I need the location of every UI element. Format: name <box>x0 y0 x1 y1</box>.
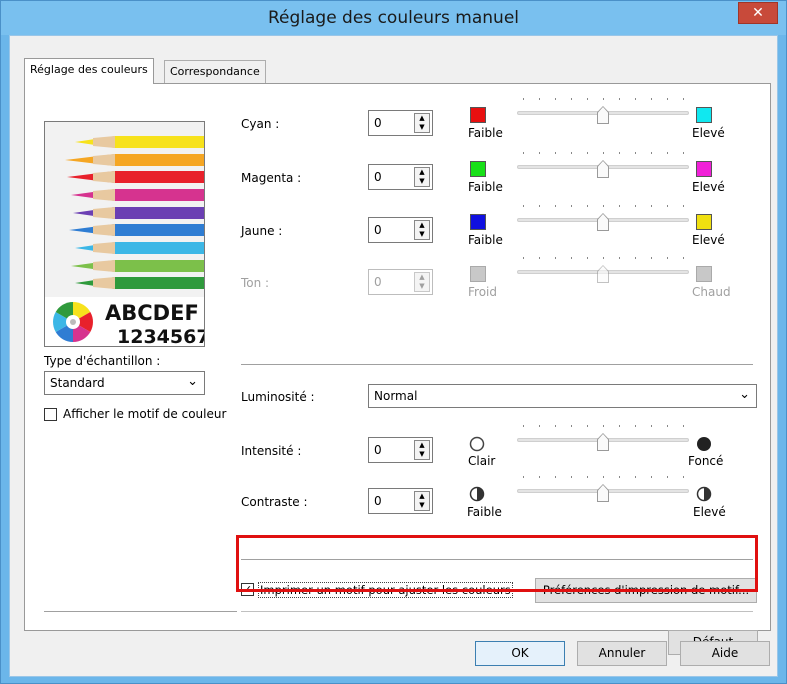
contrast-spinbox[interactable]: 0 ▲ ▼ <box>368 488 433 514</box>
low-label: Faible <box>468 233 503 247</box>
intensity-spinbox[interactable]: 0 ▲ ▼ <box>368 437 433 463</box>
close-button[interactable]: ✕ <box>738 2 778 24</box>
contrast-high-label: Elevé <box>693 505 726 519</box>
tab-color-adjustment[interactable]: Réglage des couleurs <box>24 58 154 84</box>
contrast-slider-thumb[interactable] <box>597 484 609 502</box>
sample-type-label: Type d'échantillon : <box>44 354 161 368</box>
half-contrast-icon <box>696 486 712 502</box>
separator <box>44 611 237 612</box>
low-color-swatch <box>470 266 486 282</box>
preview-letters: ABCDEF <box>105 301 199 325</box>
high-color-swatch <box>696 266 712 282</box>
slider-ticks <box>523 152 684 154</box>
contrast-ticks <box>523 476 684 478</box>
color-row-spinbox[interactable]: 0 ▲ ▼ <box>368 110 433 136</box>
cancel-button[interactable]: Annuler <box>577 641 667 666</box>
sample-type-select[interactable]: Standard ⌄ <box>44 371 205 395</box>
preview-digits: 1234567 <box>117 326 205 347</box>
spin-arrows-icon[interactable]: ▲ ▼ <box>414 491 430 511</box>
contrast-value: 0 <box>374 494 382 508</box>
high-label: Elevé <box>692 233 725 247</box>
intensity-label: Intensité : <box>241 444 302 458</box>
intensity-slider-thumb[interactable] <box>597 433 609 451</box>
dialog-window: Réglage des couleurs manuel ✕ Réglage de… <box>0 0 787 684</box>
close-icon: ✕ <box>752 5 764 21</box>
low-color-swatch <box>470 107 486 123</box>
slider-ticks <box>523 98 684 100</box>
color-slider-thumb[interactable] <box>597 213 609 231</box>
intensity-high-label: Foncé <box>688 454 724 468</box>
low-label: Froid <box>468 285 497 299</box>
half-contrast-icon <box>469 486 485 502</box>
color-row-label: Cyan : <box>241 117 280 131</box>
high-label: Chaud <box>692 285 731 299</box>
color-row-label: Magenta : <box>241 171 302 185</box>
spin-arrows-icon[interactable]: ▲ ▼ <box>414 440 430 460</box>
low-label: Faible <box>468 126 503 140</box>
color-row-value: 0 <box>374 170 382 184</box>
spin-arrows-icon[interactable]: ▲ ▼ <box>414 167 430 187</box>
high-label: Elevé <box>692 126 725 140</box>
chevron-down-icon: ⌄ <box>187 374 198 389</box>
color-slider-thumb[interactable] <box>597 106 609 124</box>
color-slider-thumb[interactable] <box>597 265 609 283</box>
color-row-spinbox[interactable]: 0 ▲ ▼ <box>368 164 433 190</box>
brightness-select[interactable]: Normal ⌄ <box>368 384 757 408</box>
contrast-low-label: Faible <box>467 505 502 519</box>
brightness-value: Normal <box>374 389 418 403</box>
color-wheel-icon <box>53 302 93 342</box>
color-row-spinbox[interactable]: 0 ▲ ▼ <box>368 269 433 295</box>
window-title: Réglage des couleurs manuel <box>267 8 520 28</box>
high-color-swatch <box>696 214 712 230</box>
slider-ticks <box>523 257 684 259</box>
intensity-low-label: Clair <box>468 454 496 468</box>
intensity-ticks <box>523 425 684 427</box>
brightness-label: Luminosité : <box>241 390 315 404</box>
slider-ticks <box>523 205 684 207</box>
low-label: Faible <box>468 180 503 194</box>
light-circle-icon <box>469 436 485 452</box>
spin-arrows-icon[interactable]: ▲ ▼ <box>414 220 430 240</box>
color-preview-image: ABCDEF 1234567 <box>44 121 205 347</box>
dark-circle-icon <box>697 437 711 451</box>
high-label: Elevé <box>692 180 725 194</box>
show-pattern-label: Afficher le motif de couleur <box>63 407 227 421</box>
color-row-value: 0 <box>374 223 382 237</box>
separator <box>241 611 753 612</box>
title-bar[interactable]: Réglage des couleurs manuel ✕ <box>1 1 786 35</box>
highlight-frame <box>236 535 758 592</box>
spin-arrows-icon[interactable]: ▲ ▼ <box>414 113 430 133</box>
tab-matching[interactable]: Correspondance <box>164 60 266 84</box>
color-row-label: Ton : <box>241 276 270 290</box>
color-row-value: 0 <box>374 116 382 130</box>
spin-arrows-icon[interactable]: ▲ ▼ <box>414 272 430 292</box>
separator <box>241 364 753 365</box>
color-row-spinbox[interactable]: 0 ▲ ▼ <box>368 217 433 243</box>
color-slider-thumb[interactable] <box>597 160 609 178</box>
sample-type-value: Standard <box>50 376 105 390</box>
contrast-label: Contraste : <box>241 495 308 509</box>
intensity-value: 0 <box>374 443 382 457</box>
ok-button[interactable]: OK <box>475 641 565 666</box>
show-pattern-checkbox[interactable] <box>44 408 57 421</box>
high-color-swatch <box>696 107 712 123</box>
high-color-swatch <box>696 161 712 177</box>
pencils-illustration: ABCDEF 1234567 <box>45 136 205 347</box>
chevron-down-icon: ⌄ <box>739 387 750 402</box>
color-row-label: Jaune : <box>241 224 283 238</box>
low-color-swatch <box>470 214 486 230</box>
color-row-value: 0 <box>374 275 382 289</box>
low-color-swatch <box>470 161 486 177</box>
help-button[interactable]: Aide <box>680 641 770 666</box>
